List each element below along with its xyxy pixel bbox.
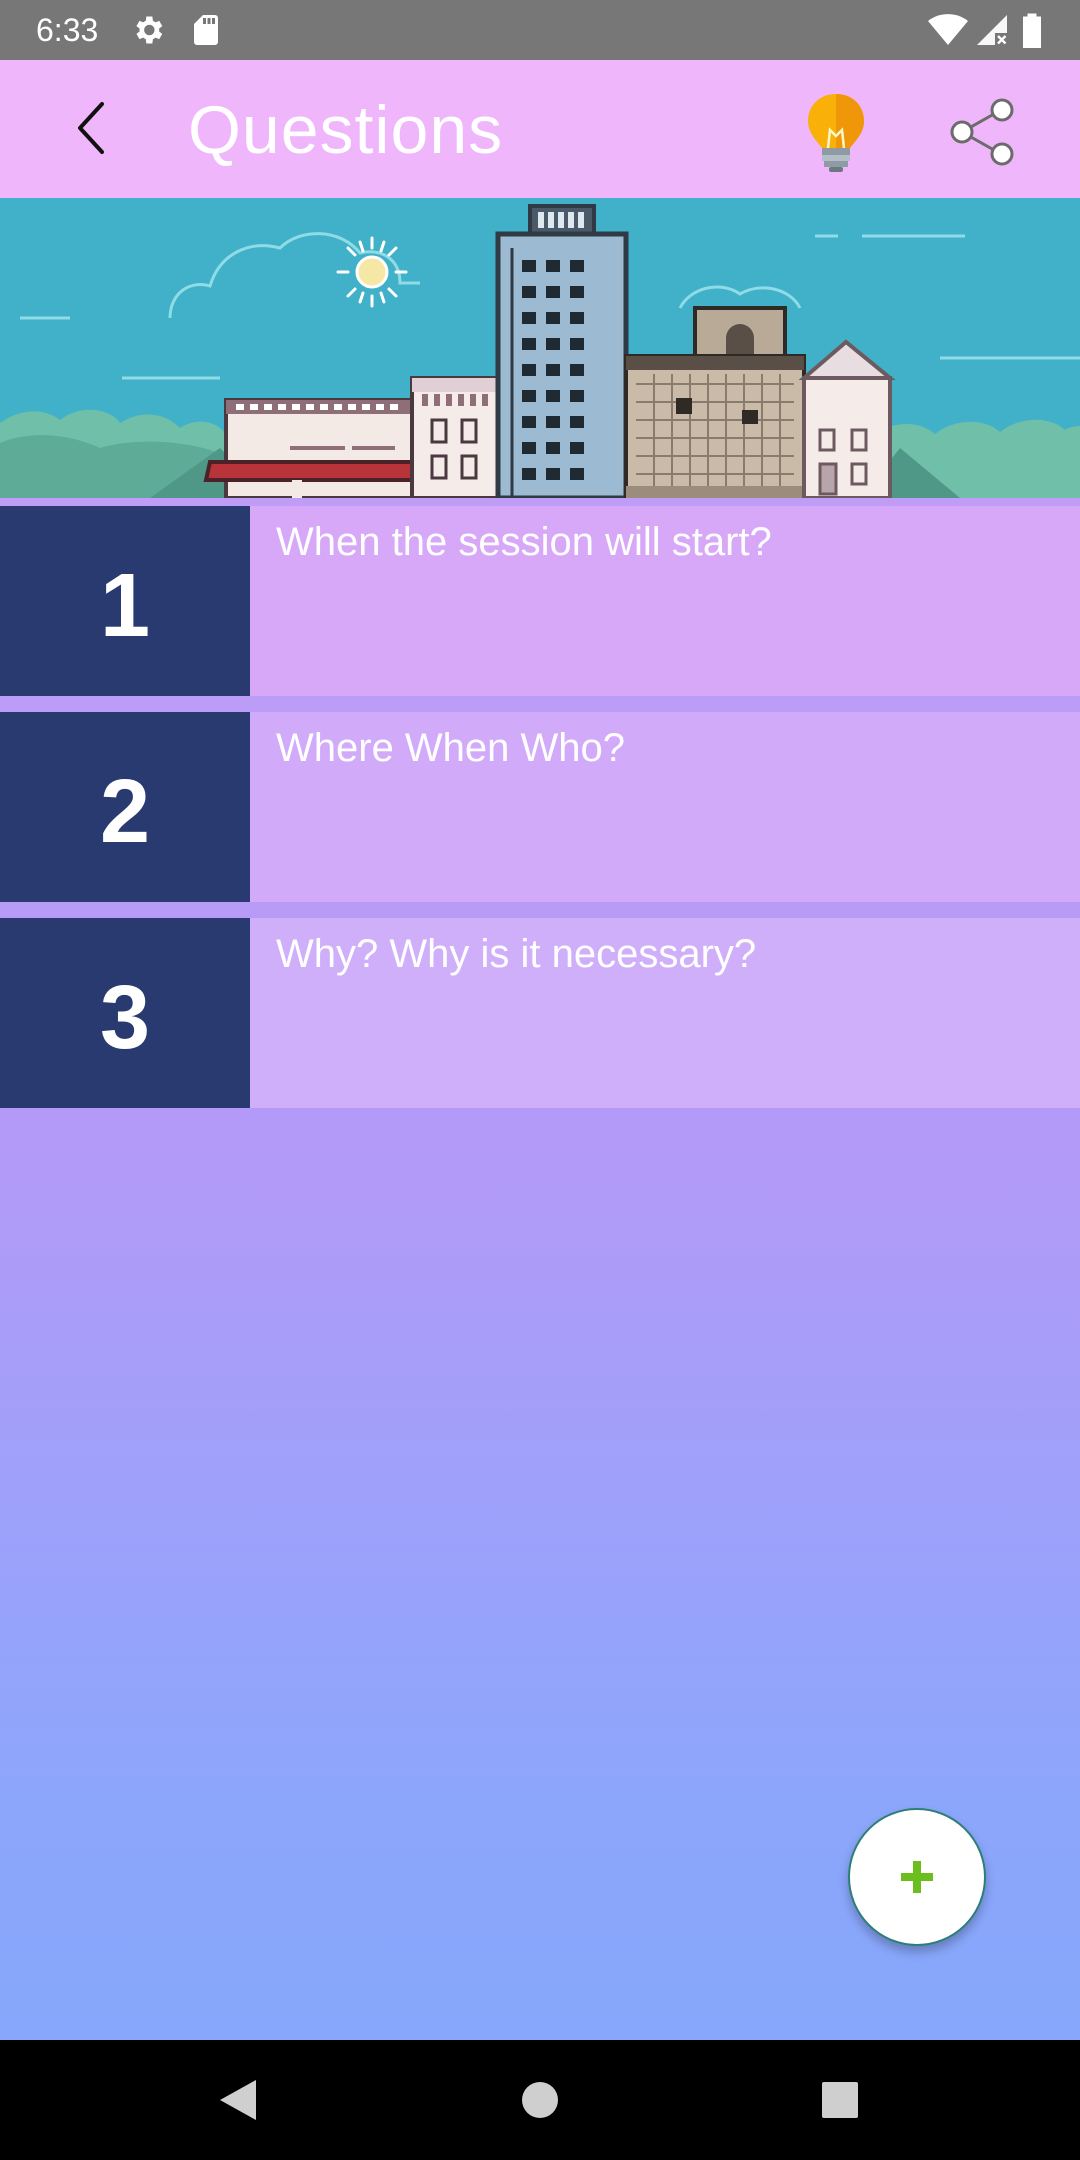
sun-icon bbox=[336, 236, 408, 308]
lightbulb-button[interactable] bbox=[800, 90, 872, 174]
share-icon bbox=[950, 98, 1014, 166]
cell-signal-icon bbox=[974, 12, 1010, 48]
back-arrow-icon bbox=[78, 102, 104, 154]
status-bar: 6:33 bbox=[0, 0, 1080, 60]
question-item[interactable]: 1 When the session will start? bbox=[0, 506, 1080, 696]
question-number: 3 bbox=[0, 918, 250, 1108]
city-banner bbox=[0, 198, 1080, 498]
question-text-area: Where When Who? bbox=[250, 712, 1080, 902]
nav-home-icon bbox=[522, 2082, 558, 2118]
question-text: Where When Who? bbox=[276, 726, 626, 770]
back-button[interactable] bbox=[52, 90, 128, 166]
nav-recents-icon bbox=[822, 2082, 858, 2118]
question-number: 1 bbox=[0, 506, 250, 696]
question-text-area: When the session will start? bbox=[250, 506, 1080, 696]
page-title: Questions bbox=[188, 92, 504, 168]
question-item[interactable]: 3 Why? Why is it necessary? bbox=[0, 918, 1080, 1108]
question-list: 1 When the session will start? 2 Where W… bbox=[0, 506, 1080, 1124]
app-bar: Questions bbox=[0, 60, 1080, 198]
question-text-area: Why? Why is it necessary? bbox=[250, 918, 1080, 1108]
share-button[interactable] bbox=[944, 94, 1020, 170]
cloud-icon bbox=[168, 232, 802, 319]
nav-recents-button[interactable] bbox=[810, 2070, 870, 2130]
nav-back-button[interactable] bbox=[208, 2070, 268, 2130]
lightbulb-icon bbox=[808, 94, 864, 172]
city-skyline bbox=[0, 204, 1080, 498]
add-question-button[interactable] bbox=[848, 1808, 986, 1946]
gear-icon bbox=[130, 12, 166, 48]
status-time: 6:33 bbox=[36, 12, 99, 48]
question-item[interactable]: 2 Where When Who? bbox=[0, 712, 1080, 902]
question-text: Why? Why is it necessary? bbox=[276, 932, 757, 976]
wifi-icon bbox=[928, 12, 968, 48]
question-text: When the session will start? bbox=[276, 520, 772, 564]
plus-icon bbox=[901, 1861, 933, 1893]
battery-icon bbox=[1020, 12, 1050, 48]
nav-back-icon bbox=[220, 2080, 256, 2120]
question-number: 2 bbox=[0, 712, 250, 902]
nav-home-button[interactable] bbox=[510, 2070, 570, 2130]
system-nav-bar bbox=[0, 2040, 1080, 2160]
sd-card-icon bbox=[188, 12, 224, 48]
